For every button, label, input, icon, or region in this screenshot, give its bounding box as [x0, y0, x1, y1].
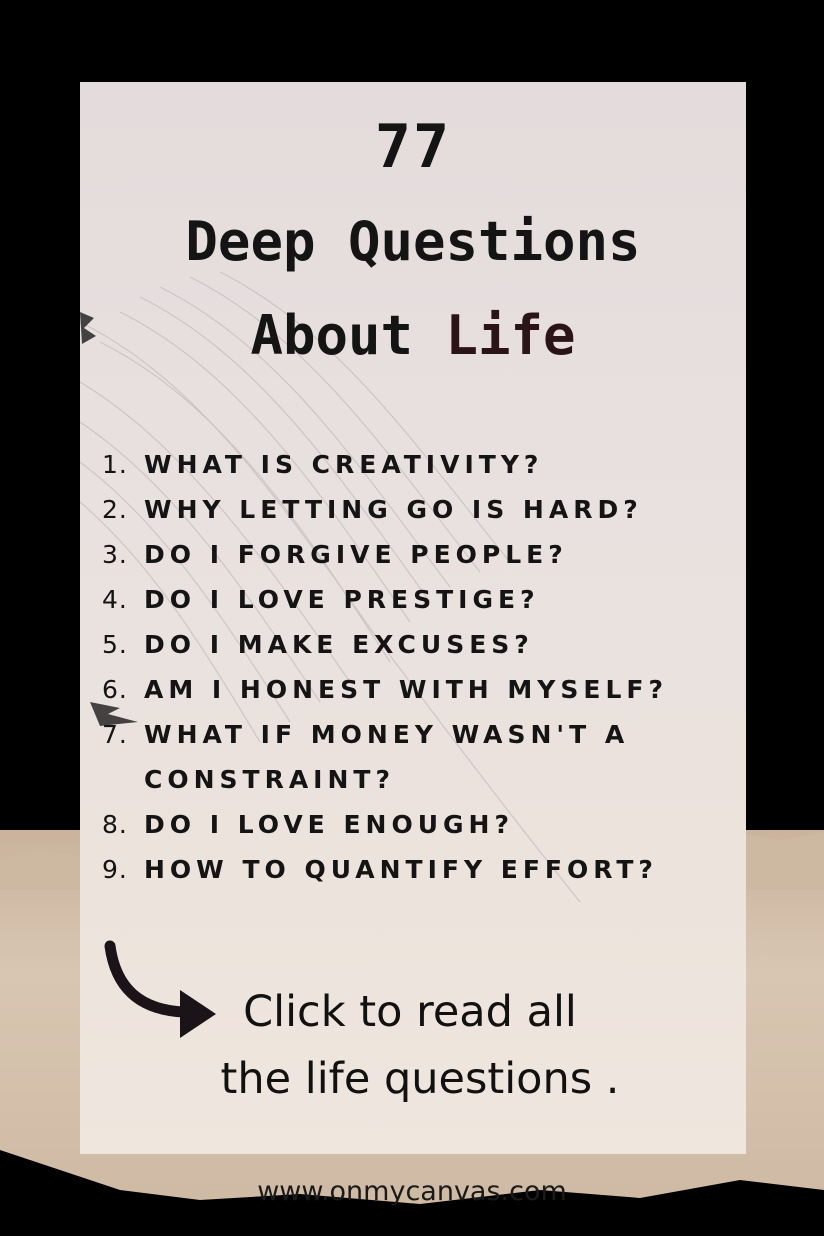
title-accent: Life [445, 304, 576, 367]
cta-line-1[interactable]: Click to read all [200, 987, 620, 1037]
list-item-number: 1. [102, 450, 128, 479]
title-prefix: About [250, 304, 446, 367]
list-item-number: 6. [102, 675, 128, 704]
list-item-text: Do I forgive people? [144, 540, 568, 569]
list-item-number: 5. [102, 630, 128, 659]
list-item: 5. Do I make excuses? [102, 622, 742, 667]
cta-line-2[interactable]: the life questions . [190, 1054, 650, 1104]
list-item-text: Do I love prestige? [144, 585, 540, 614]
title-line-2: About Life [80, 304, 746, 367]
list-item-text: Do I make excuses? [144, 630, 534, 659]
list-item-text: Why letting go is hard? [144, 495, 643, 524]
list-item-number: 4. [102, 585, 128, 614]
list-item: 7. What if money wasn't a constraint? [102, 712, 742, 802]
footer-url[interactable]: www.onmycanvas.com [0, 1176, 824, 1207]
list-item: 2. Why letting go is hard? [102, 487, 742, 532]
list-item-number: 8. [102, 810, 128, 839]
title-number: 77 [374, 112, 452, 182]
list-item: 9. How to quantify effort? [102, 847, 742, 892]
list-item-number: 7. [102, 720, 128, 749]
title-line-1: Deep Questions [185, 210, 641, 273]
list-item-number: 2. [102, 495, 128, 524]
list-item: 3. Do I forgive people? [102, 532, 742, 577]
list-item-text: Do I love enough? [144, 810, 514, 839]
list-item-text: Am I honest with myself? [144, 675, 669, 704]
list-item-text: What if money wasn't a constraint? [144, 720, 630, 794]
list-item-number: 3. [102, 540, 128, 569]
list-item: 6. Am I honest with myself? [102, 667, 742, 712]
list-item: 1. What is creativity? [102, 442, 742, 487]
list-item: 8. Do I love enough? [102, 802, 742, 847]
list-item-text: How to quantify effort? [144, 855, 658, 884]
list-item-number: 9. [102, 855, 128, 884]
list-item-text: What is creativity? [144, 450, 544, 479]
question-list: 1. What is creativity? 2. Why letting go i… [102, 442, 742, 892]
list-item: 4. Do I love prestige? [102, 577, 742, 622]
pin-card: 77 Deep Questions About Life 1. What is c… [80, 82, 746, 1154]
